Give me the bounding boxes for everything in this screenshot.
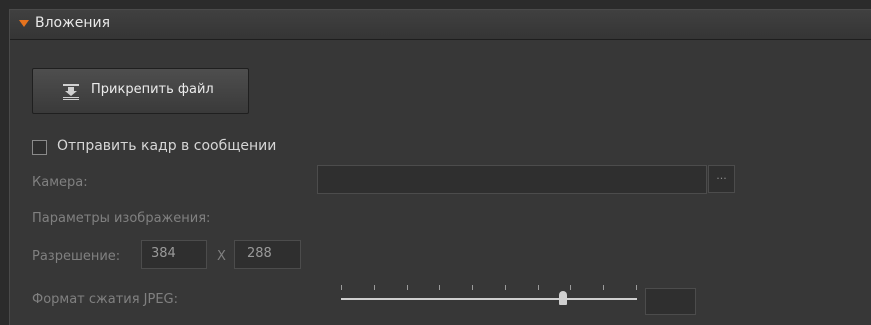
attach-download-icon [63, 84, 79, 100]
image-params-label: Параметры изображения: [32, 211, 211, 226]
attach-file-label: Прикрепить файл [91, 82, 214, 97]
slider-tick [472, 285, 473, 290]
jpeg-compression-label: Формат сжатия JPEG: [32, 292, 179, 307]
slider-tick [505, 285, 506, 290]
resolution-separator: X [217, 249, 226, 264]
slider-tick [374, 285, 375, 290]
jpeg-quality-value[interactable] [645, 288, 696, 315]
panel-title: Вложения [35, 15, 111, 31]
collapse-triangle-icon[interactable] [19, 20, 29, 27]
camera-field[interactable] [317, 165, 707, 194]
jpeg-quality-slider[interactable] [341, 282, 637, 305]
resolution-width-input[interactable]: 384 [141, 240, 207, 269]
slider-tick [538, 285, 539, 290]
slider-tick [439, 285, 440, 290]
attach-file-button[interactable]: Прикрепить файл [32, 68, 249, 114]
camera-label: Камера: [32, 175, 88, 190]
slider-tick [570, 285, 571, 290]
resolution-label: Разрешение: [32, 249, 121, 264]
attachments-panel: Вложения Прикрепить файл Отправить кадр … [9, 9, 871, 325]
slider-tick [603, 285, 604, 290]
send-frame-label[interactable]: Отправить кадр в сообщении [57, 138, 276, 154]
slider-tick [407, 285, 408, 290]
camera-browse-button[interactable]: ... [708, 165, 735, 193]
slider-thumb[interactable] [559, 291, 567, 305]
send-frame-checkbox[interactable] [32, 140, 47, 155]
slider-tick [636, 285, 637, 290]
panel-header[interactable]: Вложения [10, 10, 871, 40]
slider-track [341, 298, 637, 300]
slider-tick [341, 285, 342, 290]
resolution-height-input[interactable]: 288 [234, 240, 301, 269]
